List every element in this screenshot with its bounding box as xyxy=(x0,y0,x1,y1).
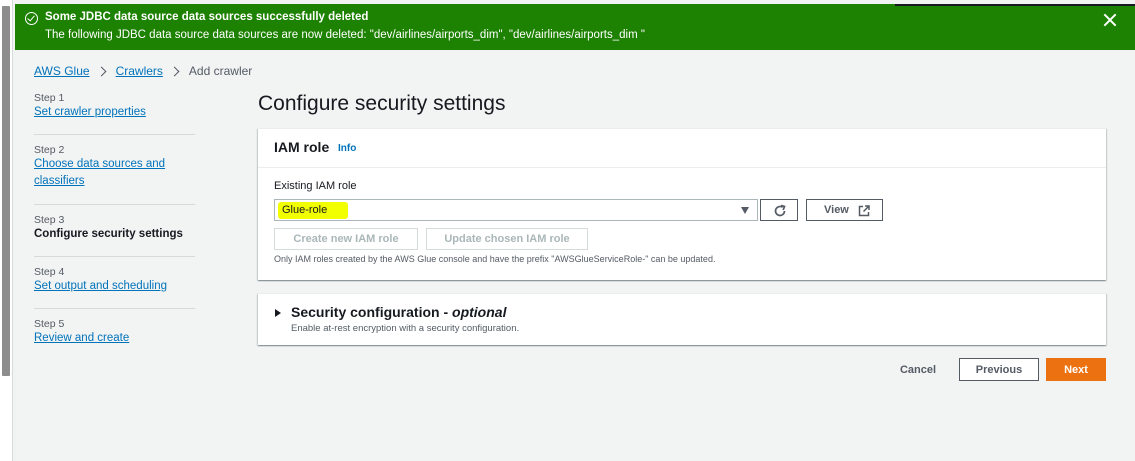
step-link-data-sources[interactable]: Choose data sources and classifiers xyxy=(34,156,174,190)
flash-top-border xyxy=(895,4,1135,6)
flash-title: Some JDBC data source data sources succe… xyxy=(45,11,369,23)
step-link-output-scheduling[interactable]: Set output and scheduling xyxy=(34,278,195,295)
step-3: Step 3 Configure security settings xyxy=(34,205,195,257)
existing-iam-role-label: Existing IAM role xyxy=(274,180,357,192)
previous-button[interactable]: Previous xyxy=(959,358,1039,381)
check-circle-icon xyxy=(25,12,38,25)
external-link-icon xyxy=(858,205,870,217)
selected-iam-role: Glue-role xyxy=(282,204,328,216)
next-button[interactable]: Next xyxy=(1046,358,1106,381)
step-number: Step 1 xyxy=(34,92,65,104)
breadcrumb-current: Add crawler xyxy=(188,64,253,78)
step-number: Step 2 xyxy=(34,144,65,156)
wizard-steps: Step 1 Set crawler properties Step 2 Cho… xyxy=(34,92,195,354)
chevron-right-icon xyxy=(169,66,180,76)
view-button-label: View xyxy=(824,204,849,216)
flash-message: The following JDBC data source data sour… xyxy=(45,29,645,41)
iam-panel-header: IAM role Info xyxy=(258,129,1106,168)
step-1: Step 1 Set crawler properties xyxy=(34,92,195,135)
step-2: Step 2 Choose data sources and classifie… xyxy=(34,135,195,205)
update-iam-role-button[interactable]: Update chosen IAM role xyxy=(426,228,588,250)
security-title-text: Security configuration xyxy=(291,304,440,320)
iam-role-panel: IAM role Info Existing IAM role Glue-rol… xyxy=(258,128,1106,280)
step-number: Step 4 xyxy=(34,266,65,278)
caret-down-icon xyxy=(741,207,749,214)
step-current-security: Configure security settings xyxy=(34,228,183,240)
step-number: Step 3 xyxy=(34,214,65,226)
security-configuration-panel[interactable]: Security configuration - optional Enable… xyxy=(258,293,1106,345)
close-icon[interactable] xyxy=(1103,13,1117,27)
info-link[interactable]: Info xyxy=(338,143,356,154)
step-link-crawler-properties[interactable]: Set crawler properties xyxy=(34,104,195,121)
iam-role-select[interactable]: Glue-role xyxy=(274,199,758,221)
iam-role-heading: IAM role xyxy=(274,139,330,155)
iam-help-text: Only IAM roles created by the AWS Glue c… xyxy=(274,254,716,264)
breadcrumb-crawlers[interactable]: Crawlers xyxy=(116,64,163,78)
refresh-button[interactable] xyxy=(760,199,798,221)
step-number: Step 5 xyxy=(34,318,65,330)
page-title: Configure security settings xyxy=(258,92,506,115)
cancel-button[interactable]: Cancel xyxy=(893,359,943,381)
security-configuration-heading[interactable]: Security configuration - optional xyxy=(291,304,506,320)
step-5: Step 5 Review and create xyxy=(34,309,195,354)
optional-label: optional xyxy=(452,304,507,320)
breadcrumb: AWS Glue Crawlers Add crawler xyxy=(34,64,252,78)
view-role-button[interactable]: View xyxy=(806,199,883,221)
step-4: Step 4 Set output and scheduling xyxy=(34,257,195,309)
create-iam-role-button[interactable]: Create new IAM role xyxy=(274,228,418,250)
page-scrollbar[interactable] xyxy=(0,0,13,461)
step-link-review-create[interactable]: Review and create xyxy=(34,330,195,347)
refresh-icon xyxy=(774,204,786,217)
security-description: Enable at-rest encryption with a securit… xyxy=(291,323,520,334)
caret-right-icon[interactable] xyxy=(275,309,281,317)
scrollbar-thumb[interactable] xyxy=(2,6,10,376)
success-flash-banner: Some JDBC data source data sources succe… xyxy=(15,4,1135,50)
breadcrumb-aws-glue[interactable]: AWS Glue xyxy=(34,64,90,78)
chevron-right-icon xyxy=(96,66,107,76)
